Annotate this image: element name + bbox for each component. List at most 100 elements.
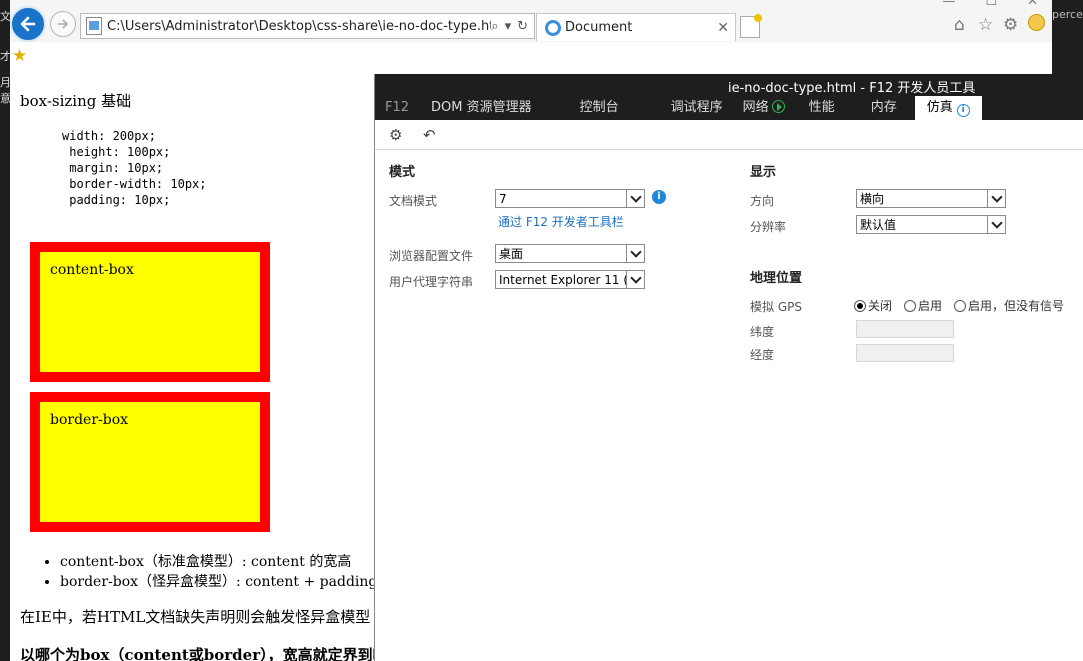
forward-button[interactable] (50, 11, 76, 37)
tab-network[interactable]: 网络 (731, 96, 797, 120)
resolution-select[interactable]: 默认值 (856, 215, 1006, 234)
list-item: content-box（标准盒模型）: content 的宽高 (60, 552, 374, 572)
close-tab-icon[interactable]: ✕ (717, 20, 729, 36)
window-controls: — ☐ ✕ (942, 0, 1038, 9)
browser-profile-label: 浏览器配置文件 (389, 249, 474, 263)
select-value: 桌面 (499, 247, 524, 261)
browser-tab[interactable]: Document ✕ (536, 13, 736, 41)
list-item: border-box（怪异盒模型）: content + padding + (60, 572, 374, 592)
radio-dot-icon (904, 299, 916, 312)
longitude-label: 经度 (750, 348, 775, 362)
background-glyph: 意 (0, 92, 10, 105)
gps-label: 模拟 GPS (750, 300, 802, 314)
chevron-down-icon (626, 190, 644, 207)
background-text: percen (1052, 8, 1083, 21)
arrow-left-icon (20, 16, 36, 32)
radio-label: 启用 (918, 299, 943, 313)
section-title-geolocation: 地理位置 (750, 271, 803, 286)
background-glyph: 月 (0, 76, 10, 89)
tab-label: 网络 (742, 100, 769, 115)
select-value: Internet Explorer 11 (默认) (499, 273, 626, 287)
gear-icon[interactable]: ⚙ (1003, 15, 1018, 35)
address-bar[interactable]: C:\Users\Administrator\Desktop\css-share… (80, 13, 535, 39)
devtools-panel: ie-no-doc-type.html - F12 开发人员工具 F12 DOM… (375, 74, 1083, 661)
doc-mode-select[interactable]: 7 (495, 189, 645, 208)
play-icon (771, 100, 785, 113)
ie-note: 在IE中，若HTML文档缺失声明则会触发怪异盒模型 (20, 608, 371, 626)
devtools-tab-bar: F12 DOM 资源管理器 控制台 调试程序 网络 性能 内存 仿真 i (375, 96, 1083, 120)
url-text[interactable]: C:\Users\Administrator\Desktop\css-share… (107, 19, 491, 34)
orientation-select[interactable]: 横向 (856, 189, 1006, 208)
tab-f12[interactable]: F12 (375, 96, 419, 120)
tab-performance[interactable]: 性能 (797, 96, 859, 120)
doc-mode-label: 文档模式 (389, 194, 438, 208)
tab-debugger[interactable]: 调试程序 (659, 96, 731, 120)
info-icon[interactable]: i (652, 190, 666, 204)
back-button[interactable] (10, 6, 46, 42)
box-label: border-box (50, 412, 129, 428)
feedback-smiley-icon[interactable] (1028, 14, 1045, 31)
box-label: content-box (50, 262, 134, 278)
chevron-down-icon (987, 216, 1005, 233)
background-glyph: 才 (0, 50, 10, 63)
browser-chrome: — ☐ ✕ C:\Users\Administrator\Desktop\css… (10, 0, 1052, 73)
definition-list: content-box（标准盒模型）: content 的宽高 border-b… (60, 552, 374, 592)
select-value: 默认值 (860, 218, 897, 232)
page-heading: box-sizing 基础 (20, 92, 132, 110)
radio-label: 启用，但没有信号 (968, 299, 1065, 313)
tab-label: 仿真 (926, 100, 953, 115)
radio-dot-icon (854, 299, 866, 312)
radio-label: 关闭 (868, 299, 893, 313)
ie-logo-icon (545, 19, 561, 36)
home-icon[interactable]: ⌂ (954, 15, 965, 35)
maximize-button[interactable]: ☐ (985, 0, 997, 9)
tab-dom-explorer[interactable]: DOM 资源管理器 (419, 96, 568, 120)
tab-memory[interactable]: 内存 (859, 96, 915, 120)
user-agent-label: 用户代理字符串 (389, 275, 474, 289)
browser-profile-select[interactable]: 桌面 (495, 244, 645, 263)
background-glyph: 文 (0, 10, 10, 23)
devtools-title-bar: ie-no-doc-type.html - F12 开发人员工具 (375, 74, 1083, 96)
chevron-down-icon (987, 190, 1005, 207)
tab-emulation[interactable]: 仿真 i (914, 96, 982, 120)
gps-radio-no-signal[interactable]: 启用，但没有信号 (954, 297, 1064, 314)
minimize-button[interactable]: — (942, 0, 955, 9)
refresh-icon[interactable]: ↻ (517, 19, 528, 34)
page-icon (86, 17, 102, 35)
content-box-demo: content-box (30, 242, 270, 382)
section-title-display: 显示 (750, 165, 777, 180)
add-favorite-icon[interactable]: ★ (12, 46, 27, 66)
close-window-button[interactable]: ✕ (1027, 0, 1038, 9)
background-window-left: 文 才 月 意 (0, 0, 10, 661)
search-icon[interactable]: ⌕ (491, 19, 498, 34)
select-value: 横向 (860, 192, 885, 206)
tab-title: Document (565, 20, 633, 35)
page-content: box-sizing 基础 width: 200px; height: 100p… (10, 74, 375, 661)
longitude-input[interactable] (856, 344, 954, 362)
latitude-input[interactable] (856, 320, 954, 338)
border-box-demo: border-box (30, 392, 270, 532)
reset-icon[interactable]: ↶ (423, 126, 436, 144)
orientation-label: 方向 (750, 194, 775, 208)
info-icon: i (956, 104, 970, 117)
resolution-label: 分辨率 (750, 220, 787, 234)
select-value: 7 (499, 191, 507, 206)
user-agent-select[interactable]: Internet Explorer 11 (默认) (495, 270, 645, 289)
code-block: width: 200px; height: 100px; margin: 10p… (62, 129, 207, 207)
latitude-label: 纬度 (750, 325, 775, 339)
chevron-down-icon (626, 245, 644, 262)
gps-radio-on[interactable]: 启用 (904, 297, 942, 314)
radio-dot-icon (954, 299, 966, 312)
tab-console[interactable]: 控制台 (568, 96, 659, 120)
arrow-right-icon (58, 19, 69, 29)
devtools-toolbar: ⚙ ↶ (375, 120, 1083, 150)
dropdown-icon[interactable]: ▾ (505, 19, 512, 34)
devtools-title: ie-no-doc-type.html - F12 开发人员工具 (728, 81, 976, 96)
section-title-mode: 模式 (389, 165, 416, 180)
settings-list-icon[interactable]: ⚙ (389, 126, 402, 144)
favorites-star-icon[interactable]: ☆ (978, 15, 993, 35)
new-tab-button[interactable] (740, 14, 762, 38)
gps-radio-off[interactable]: 关闭 (854, 297, 892, 314)
question-text: 以哪个为box（content或border），宽高就定界到哪 (20, 646, 375, 661)
f12-toolbar-link[interactable]: 通过 F12 开发者工具栏 (498, 213, 624, 230)
